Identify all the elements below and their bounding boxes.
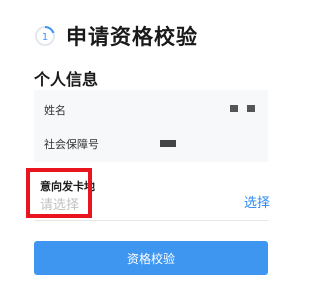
select-region-link[interactable]: 选择 [244, 192, 270, 211]
name-row: 姓名 [34, 92, 268, 126]
name-label: 姓名 [44, 104, 66, 117]
step-indicator-icon: 1 [35, 25, 55, 46]
svg-text:1: 1 [42, 32, 48, 43]
masked-name-block [247, 105, 255, 112]
masked-ssn-block [160, 140, 176, 147]
highlight-box [26, 168, 92, 218]
masked-name-block [230, 105, 238, 112]
divider [34, 220, 268, 221]
page-title: 申请资格校验 [66, 25, 198, 49]
section-title: 个人信息 [34, 70, 99, 89]
ssn-row: 社会保障号 [34, 126, 268, 160]
ssn-label: 社会保障号 [44, 138, 99, 151]
verify-button[interactable]: 资格校验 [34, 241, 268, 275]
page-header: 1 申请资格校验 [34, 22, 198, 50]
personal-info-card: 姓名 社会保障号 [34, 90, 268, 162]
